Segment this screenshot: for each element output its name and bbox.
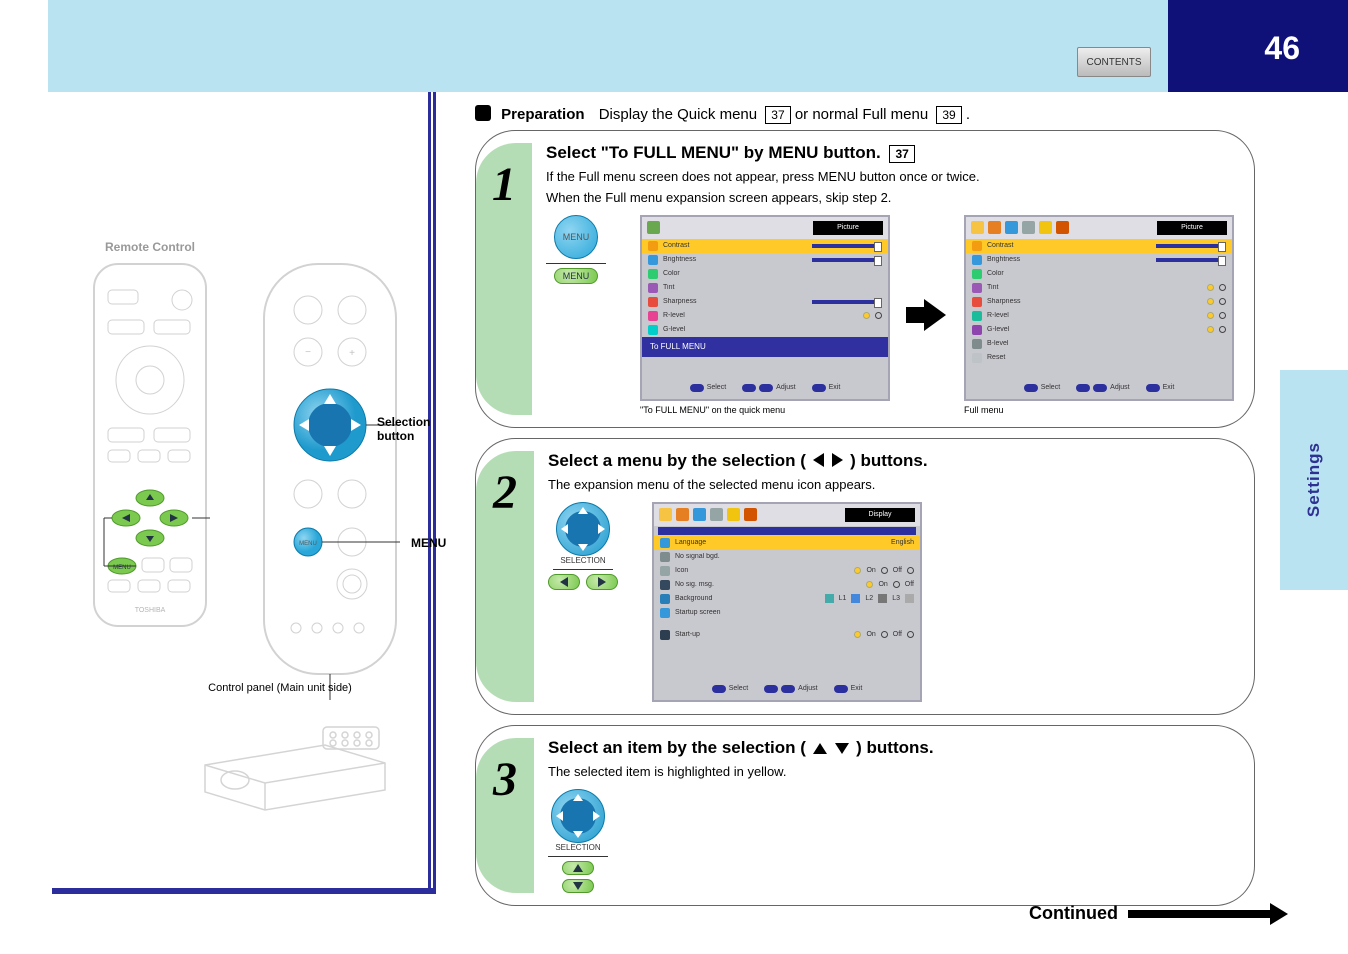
svg-text:TOSHIBA: TOSHIBA	[135, 607, 166, 614]
to-full-menu-strip: To FULL MENU	[642, 337, 888, 357]
step-3-icons: SELECTION	[548, 789, 608, 893]
osd-quick-caption: "To FULL MENU" on the quick menu	[640, 405, 890, 415]
control-panel-caption: Control panel (Main unit side)	[180, 682, 380, 694]
svg-text:MENU: MENU	[299, 541, 317, 547]
triangle-up-icon	[813, 743, 827, 754]
step-3-note: The selected item is highlighted in yell…	[548, 764, 1234, 781]
step-2-icons: SELECTION	[548, 502, 618, 590]
instructions-column: Preparation Display the Quick menu 37 or…	[475, 105, 1255, 916]
osd-exp-footer: Select Adjust Exit	[654, 681, 920, 697]
step-1-note: If the Full menu screen does not appear,…	[546, 169, 1234, 186]
osd-quick-menu: Picture Contrast Brightness Color Tint S…	[640, 215, 890, 401]
page-number: 46	[1264, 30, 1300, 67]
remote-control-caption: Remote Control	[105, 240, 195, 254]
step-1-heading: Select "To FULL MENU" by MENU button.	[546, 143, 881, 162]
step-2-note: The expansion menu of the selected menu …	[548, 477, 1234, 494]
triangle-left-icon	[813, 453, 824, 467]
osd-full-footer: Select Adjust Exit	[966, 380, 1232, 396]
osd-full-active-tab: Picture	[1157, 221, 1227, 235]
column-divider	[428, 92, 436, 892]
arrow-right-icon	[906, 301, 948, 329]
step-1-note-2: When the Full menu expansion screen appe…	[546, 190, 1234, 207]
osd-exp-active-tab: Display	[845, 508, 915, 522]
contents-button[interactable]: CONTENTS	[1077, 47, 1151, 77]
step-1-box: 1 Select "To FULL MENU" by MENU button. …	[475, 130, 1255, 428]
selection-label-small: SELECTION	[560, 556, 605, 565]
svg-text:−: −	[305, 347, 311, 358]
selection-button-label: Selection button	[377, 415, 430, 443]
step-1-ref[interactable]: 37	[889, 145, 914, 163]
osd-quick-footer: Select Adjust Exit	[642, 380, 888, 396]
preparation-label: Preparation	[501, 106, 584, 123]
page-number-block	[1168, 0, 1348, 92]
control-panel-remote-icon: − + MENU	[260, 260, 400, 700]
preparation-line: Preparation Display the Quick menu 37 or…	[475, 105, 1255, 124]
page-ref-39[interactable]: 39	[936, 106, 961, 124]
continued-arrow-icon	[1128, 907, 1288, 921]
menu-label: MENU	[411, 536, 446, 550]
right-pill	[586, 574, 618, 590]
prep-text-1: Display the Quick menu	[599, 106, 757, 123]
step-2-number: 2	[476, 451, 534, 702]
remote-small-icon: MENU TOSHIBA	[90, 260, 210, 630]
step-2-box: 2 Select a menu by the selection ( ) but…	[475, 438, 1255, 715]
osd-expansion-menu: Display LanguageEnglish No signal bgd. I…	[652, 502, 922, 702]
osd-quick-title: Picture	[813, 221, 883, 235]
remote-illustration-area: MENU TOSHIBA − + MENU	[65, 230, 405, 870]
osd-quick-wrapper: Picture Contrast Brightness Color Tint S…	[640, 215, 890, 415]
continued-label: Continued	[1029, 903, 1288, 924]
up-pill	[562, 861, 594, 875]
menu-icon: MENU	[554, 215, 598, 259]
bullet-icon	[475, 105, 491, 121]
left-pill	[548, 574, 580, 590]
dpad-icon-2	[551, 789, 605, 843]
step-2-heading: Select a menu by the selection ( ) butto…	[548, 451, 1234, 471]
side-tab-label: Settings	[1304, 442, 1324, 517]
page-ref-37[interactable]: 37	[765, 106, 790, 124]
step-1-icons: MENU MENU	[546, 215, 606, 284]
step-3-heading: Select an item by the selection ( ) butt…	[548, 738, 1234, 758]
svg-text:+: +	[349, 348, 355, 359]
side-tab: Settings	[1280, 370, 1348, 590]
step-1-number: 1	[476, 143, 532, 415]
dpad-icon	[556, 502, 610, 556]
triangle-down-icon	[835, 743, 849, 754]
osd-full-wrapper: Picture Contrast Brightness Color Tint S…	[964, 215, 1234, 415]
step-3-box: 3 Select an item by the selection ( ) bu…	[475, 725, 1255, 906]
prep-text-2: or normal Full menu	[795, 106, 928, 123]
header-bar	[48, 0, 1348, 92]
down-pill	[562, 879, 594, 893]
selection-label-small-2: SELECTION	[555, 843, 600, 852]
menu-pill: MENU	[554, 268, 599, 284]
osd-full-menu: Picture Contrast Brightness Color Tint S…	[964, 215, 1234, 401]
osd-full-caption: Full menu	[964, 405, 1234, 415]
left-bottom-rule	[52, 888, 436, 894]
triangle-right-icon	[832, 453, 843, 467]
projector-icon	[185, 695, 395, 815]
step-3-number: 3	[476, 738, 534, 893]
